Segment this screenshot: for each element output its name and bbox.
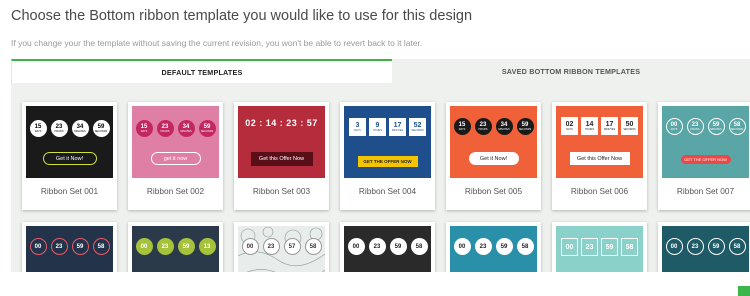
template-label: Ribbon Set 007 — [676, 186, 735, 196]
template-label: Ribbon Set 005 — [464, 186, 523, 196]
cta-button-preview: GET THE OFFER NOW — [680, 155, 731, 164]
template-thumbnail: 00 23 59 58 — [450, 226, 537, 272]
cta-button-preview: Get it Now! — [468, 152, 519, 165]
template-thumbnail: 00 23 57 58 — [238, 226, 325, 272]
cta-button-preview: GET THE OFFER NOW — [357, 156, 418, 167]
template-card[interactable]: 00 23 59 58 — [658, 222, 750, 272]
template-thumbnail: 15 DAYS 23 HOURS 34 MINUTES 59 SECONDS get i… — [132, 106, 219, 178]
template-label: Ribbon Set 001 — [40, 186, 99, 196]
template-label: Ribbon Set 006 — [570, 186, 629, 196]
template-thumbnail: 00 23 59 58 — [26, 226, 113, 272]
tab-saved-templates[interactable]: SAVED BOTTOM RIBBON TEMPLATES — [392, 59, 750, 83]
warning-text: If you change your the template without … — [11, 38, 423, 48]
template-thumbnail: 15 DAYS 23 HOURS 34 MINUTES 59 SECONDS Get i… — [450, 106, 537, 178]
template-card[interactable]: 00 23 59 58 — [446, 222, 541, 272]
template-thumbnail: 00 23 59 58 — [556, 226, 643, 272]
template-thumbnail: 02 DAYS 14 HOURS 17 MINUTES 50 SECONDS Get t… — [556, 106, 643, 178]
tab-bar: DEFAULT TEMPLATES SAVED BOTTOM RIBBON TE… — [11, 59, 750, 83]
template-card[interactable]: 00 23 59 58 — [340, 222, 435, 272]
tab-default-templates[interactable]: DEFAULT TEMPLATES — [11, 59, 392, 83]
template-thumbnail: 00 23 59 13 — [132, 226, 219, 272]
scroll-indicator — [738, 286, 750, 296]
template-thumbnail: 00 23 59 58 — [344, 226, 431, 272]
template-card-002[interactable]: 15 DAYS 23 HOURS 34 MINUTES 59 SECONDS get i… — [128, 102, 223, 210]
template-thumbnail: 3 DAYS 9 HOURS 17 MINUTES 52 SECONDS GET THE… — [344, 106, 431, 178]
templates-grid: 15 DAYS 23 HOURS 34 MINUTES 59 SECONDS Get i… — [11, 83, 750, 272]
cta-button-preview: get it now — [150, 152, 201, 165]
page-title: Choose the Bottom ribbon template you wo… — [11, 8, 473, 24]
template-card-001[interactable]: 15 DAYS 23 HOURS 34 MINUTES 59 SECONDS Get i… — [22, 102, 117, 210]
template-label: Ribbon Set 003 — [252, 186, 311, 196]
template-card-004[interactable]: 3 DAYS 9 HOURS 17 MINUTES 52 SECONDS GET THE… — [340, 102, 435, 210]
template-thumbnail: 00 DAYS 23 HOURS 59 MINUTES 58 SECONDS GET T… — [662, 106, 749, 178]
template-label: Ribbon Set 004 — [358, 186, 417, 196]
cta-button-preview: Get this Offer Now — [569, 152, 630, 165]
template-card[interactable]: 00 23 59 58 — [552, 222, 647, 272]
template-card[interactable]: 00 23 59 58 — [22, 222, 117, 272]
template-card-006[interactable]: 02 DAYS 14 HOURS 17 MINUTES 50 SECONDS Get t… — [552, 102, 647, 210]
template-thumbnail: 00 23 59 58 — [662, 226, 749, 272]
template-card-003[interactable]: 02 : 14 : 23 : 57 Get this Offer Now Rib… — [234, 102, 329, 210]
cta-button-preview: Get it Now! — [42, 152, 97, 165]
template-card[interactable]: 00 23 57 58 — [234, 222, 329, 272]
template-card[interactable]: 00 23 59 13 — [128, 222, 223, 272]
template-thumbnail: 15 DAYS 23 HOURS 34 MINUTES 59 SECONDS Get i… — [26, 106, 113, 178]
template-thumbnail: 02 : 14 : 23 : 57 Get this Offer Now — [238, 106, 325, 178]
template-card-005[interactable]: 15 DAYS 23 HOURS 34 MINUTES 59 SECONDS Get i… — [446, 102, 541, 210]
template-chooser: Choose the Bottom ribbon template you wo… — [0, 0, 750, 296]
cta-button-preview: Get this Offer Now — [250, 152, 313, 166]
template-label: Ribbon Set 002 — [146, 186, 205, 196]
template-card-007[interactable]: 00 DAYS 23 HOURS 59 MINUTES 58 SECONDS GET T… — [658, 102, 750, 210]
